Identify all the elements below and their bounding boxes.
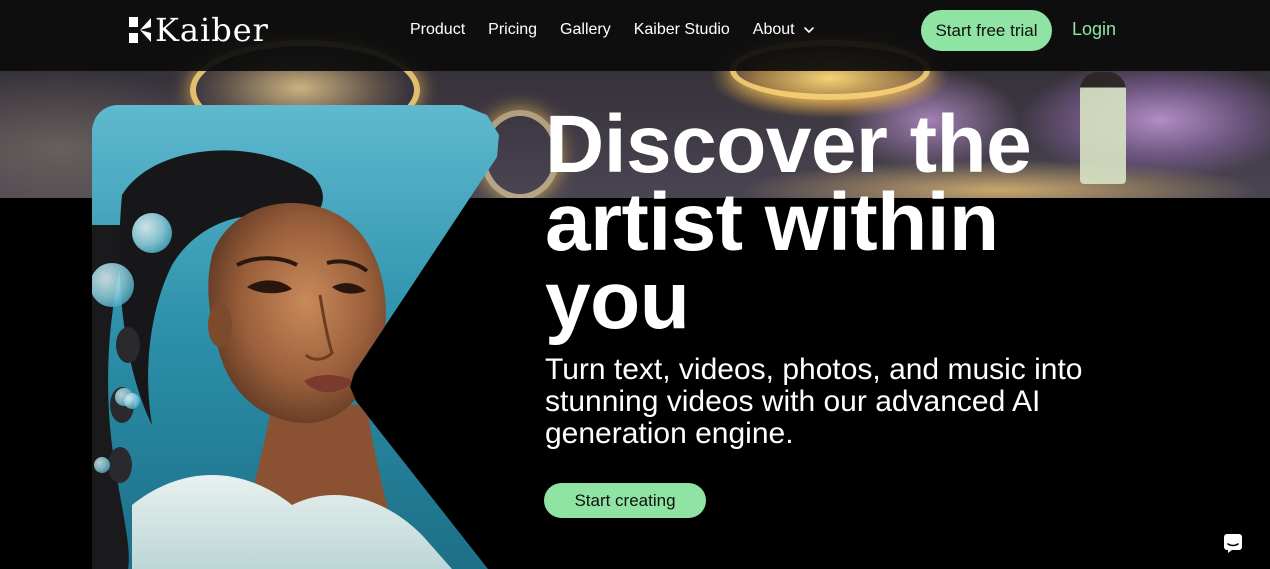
start-creating-button[interactable]: Start creating (544, 483, 706, 518)
start-free-trial-button[interactable]: Start free trial (921, 10, 1052, 51)
nav-about-dropdown[interactable]: About (753, 20, 815, 40)
nav-links: Product Pricing Gallery Kaiber Studio Ab… (410, 20, 815, 40)
nav-link-gallery[interactable]: Gallery (560, 20, 611, 40)
top-nav: Kaiber Product Pricing Gallery Kaiber St… (0, 0, 1270, 71)
hero-headline: Discover the artist within you (545, 99, 1032, 346)
nav-link-pricing[interactable]: Pricing (488, 20, 537, 40)
brand-name: Kaiber (155, 11, 269, 49)
chevron-down-icon (803, 27, 814, 33)
nav-about-label: About (752, 21, 795, 38)
portrait-illustration (92, 105, 499, 569)
hero-portrait-image (92, 105, 499, 569)
login-link[interactable]: Login (1072, 19, 1116, 40)
chat-bubble-icon (1224, 534, 1242, 553)
chat-launcher[interactable] (1222, 532, 1244, 554)
nav-link-product[interactable]: Product (410, 20, 465, 40)
brand-logo[interactable]: Kaiber (127, 11, 269, 49)
hero-subheadline: Turn text, videos, photos, and music int… (545, 353, 1083, 450)
kaiber-logo-icon (129, 17, 151, 43)
nav-link-kaiber-studio[interactable]: Kaiber Studio (634, 20, 730, 40)
